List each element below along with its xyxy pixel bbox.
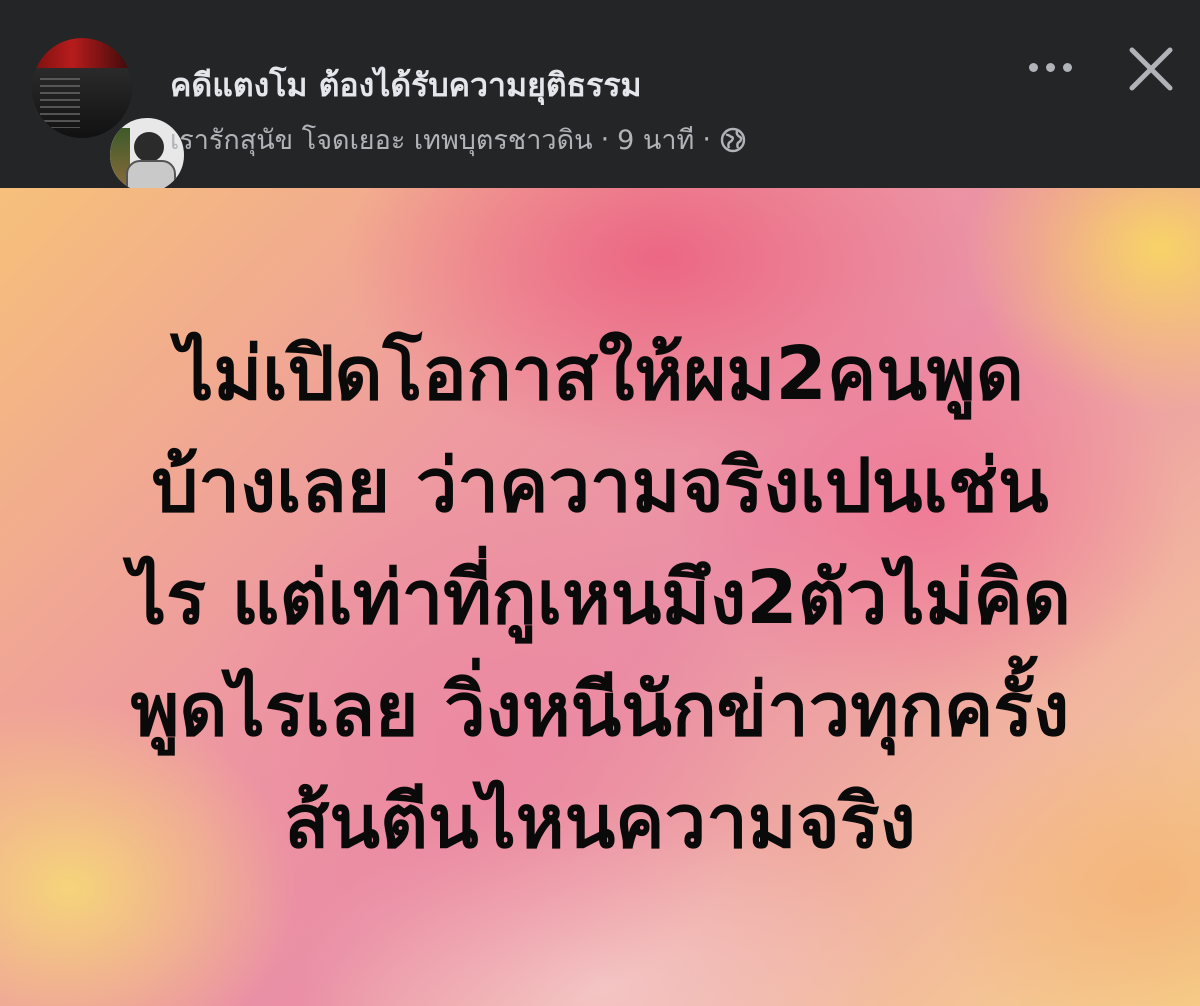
avatar-group[interactable] — [32, 38, 188, 196]
post-body-text: ไม่เปิดโอกาสให้ผม2คนพูด บ้างเลย ว่าความจ… — [60, 318, 1140, 878]
page-avatar[interactable] — [32, 38, 132, 138]
author-name-link[interactable]: เรารักสุนัข โจดเยอะ เทพบุตรชาวดิน — [170, 118, 593, 161]
post-meta: เรารักสุนัข โจดเยอะ เทพบุตรชาวดิน · 9 นา… — [170, 118, 747, 161]
author-avatar-head — [134, 132, 164, 162]
post-time-link[interactable]: 9 นาที — [617, 118, 694, 161]
page-name-link[interactable]: คดีแตงโม ต้องได้รับความยุติธรรม — [170, 60, 642, 111]
meta-separator-2: · — [702, 124, 711, 155]
more-dot-icon — [1062, 62, 1072, 72]
more-options-button[interactable] — [1020, 45, 1080, 89]
close-icon — [1129, 47, 1173, 91]
post-text-line: ไร แต่เท่าที่กูเหนมึง2ตัวไม่คิด — [129, 555, 1071, 641]
avatar-banner — [32, 38, 132, 68]
meta-separator: · — [600, 124, 610, 155]
post-text-line: พูดไรเลย วิ่งหนีนักข่าวทุกครั้ง — [130, 667, 1070, 753]
close-button[interactable] — [1124, 42, 1178, 96]
more-dot-icon — [1028, 62, 1038, 72]
post-text-line: ไม่เปิดโอกาสให้ผม2คนพูด — [176, 331, 1024, 417]
post-text-line: บ้างเลย ว่าความจริงเปนเช่น — [151, 443, 1049, 529]
post-header: คดีแตงโม ต้องได้รับความยุติธรรม เรารักสุ… — [0, 0, 1200, 196]
globe-icon[interactable] — [719, 126, 747, 154]
more-dot-icon — [1045, 62, 1055, 72]
post-text-line: ส้นตีนไหนความจริง — [284, 779, 916, 865]
avatar-text-lines — [40, 78, 80, 128]
